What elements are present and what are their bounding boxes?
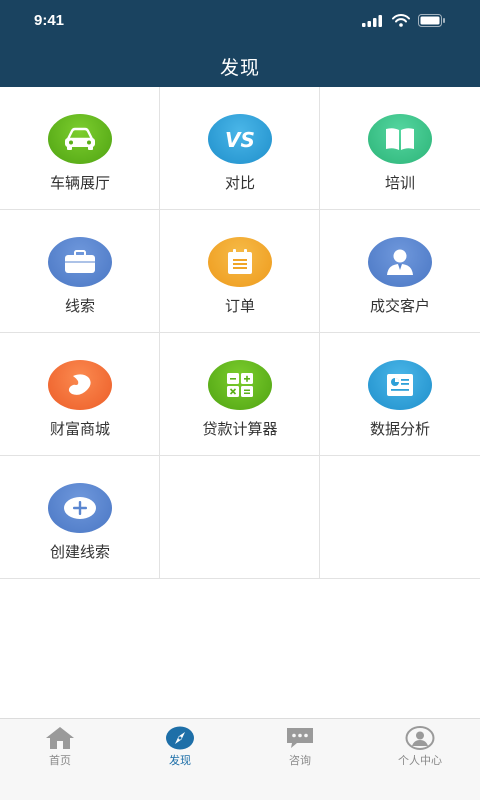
status-time: 9:41 bbox=[34, 12, 65, 29]
grid-item-label: 对比 bbox=[224, 174, 255, 192]
grid-empty-cell bbox=[160, 456, 320, 579]
tab-label: 首页 bbox=[49, 754, 71, 767]
grid-item-orders[interactable]: 订单 bbox=[160, 210, 320, 333]
grid-item-loan-calculator[interactable]: 贷款计算器 bbox=[160, 333, 320, 456]
svg-text:VS: VS bbox=[225, 128, 255, 151]
grid-item-label: 培训 bbox=[384, 174, 415, 192]
grid-item-leads[interactable]: 线索 bbox=[0, 210, 160, 333]
status-bar: 9:41 bbox=[0, 0, 480, 44]
tab-label: 发现 bbox=[169, 754, 191, 767]
grid-item-label: 成交客户 bbox=[369, 297, 430, 315]
profile-icon bbox=[404, 725, 436, 751]
status-icons bbox=[362, 14, 446, 27]
home-icon bbox=[44, 725, 76, 751]
battery-icon bbox=[418, 14, 445, 27]
grid-item-label: 车辆展厅 bbox=[49, 174, 110, 192]
clipboard-icon bbox=[208, 237, 272, 287]
plus-icon bbox=[48, 483, 112, 533]
user-icon bbox=[368, 237, 432, 287]
page-title: 发现 bbox=[219, 57, 260, 79]
grid-item-label: 财富商城 bbox=[49, 420, 110, 438]
tab-profile[interactable]: 个人中心 bbox=[360, 719, 480, 800]
grid-item-vehicle-showroom[interactable]: 车辆展厅 bbox=[0, 87, 160, 210]
signal-icon bbox=[362, 14, 382, 27]
grid-item-training[interactable]: 培训 bbox=[320, 87, 480, 210]
grid-item-label: 创建线索 bbox=[49, 543, 110, 561]
report-icon bbox=[368, 360, 432, 410]
tab-label: 咨询 bbox=[289, 754, 311, 767]
grid-item-data-analysis[interactable]: 数据分析 bbox=[320, 333, 480, 456]
briefcase-icon bbox=[48, 237, 112, 287]
grid-item-wealth-mall[interactable]: 财富商城 bbox=[0, 333, 160, 456]
grid-item-label: 线索 bbox=[64, 297, 95, 315]
wifi-icon bbox=[392, 14, 410, 27]
grid-empty-cell bbox=[320, 456, 480, 579]
bean-icon bbox=[48, 360, 112, 410]
calculator-icon bbox=[208, 360, 272, 410]
tab-home[interactable]: 首页 bbox=[0, 719, 120, 800]
car-icon bbox=[48, 114, 112, 164]
grid-item-compare[interactable]: VS 对比 bbox=[160, 87, 320, 210]
grid-item-create-lead[interactable]: 创建线索 bbox=[0, 456, 160, 579]
chat-icon bbox=[284, 725, 316, 751]
feature-grid: 车辆展厅 VS 对比 培训 线索 订单 成交客户 财富商城 贷款计算器 数据分析… bbox=[0, 87, 480, 579]
book-icon bbox=[368, 114, 432, 164]
grid-item-label: 数据分析 bbox=[369, 420, 430, 438]
tab-discover[interactable]: 发现 bbox=[120, 719, 240, 800]
vs-icon: VS bbox=[208, 114, 272, 164]
grid-item-closed-customers[interactable]: 成交客户 bbox=[320, 210, 480, 333]
bottom-tab-bar: 首页 发现 咨询 个人中心 bbox=[0, 718, 480, 800]
grid-item-label: 订单 bbox=[224, 297, 255, 315]
app-header: 9:41 发现 bbox=[0, 0, 480, 87]
grid-item-label: 贷款计算器 bbox=[202, 420, 278, 438]
tab-label: 个人中心 bbox=[398, 754, 442, 767]
tab-consult[interactable]: 咨询 bbox=[240, 719, 360, 800]
compass-icon bbox=[164, 725, 196, 751]
